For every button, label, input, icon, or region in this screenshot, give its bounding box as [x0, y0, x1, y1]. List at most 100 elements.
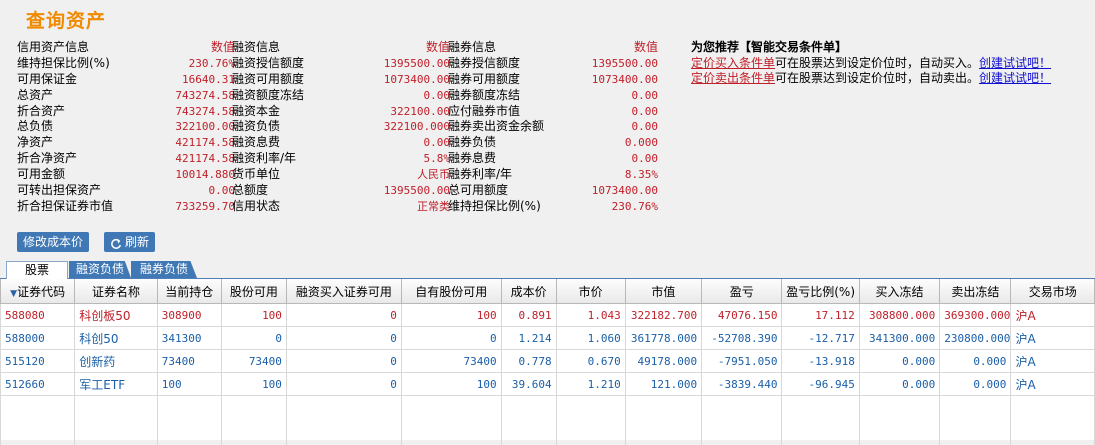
table-cell: 沪A — [1011, 304, 1095, 327]
tab-short-debt[interactable]: 融券负债 — [131, 261, 197, 278]
table-cell: 47076.150 — [702, 304, 782, 327]
page-title: 查询资产 — [26, 6, 106, 33]
info-label: 融资授信额度 — [232, 56, 304, 72]
table-cell: 49178.000 — [625, 350, 701, 373]
info-row: 净资产421174.58 — [17, 135, 235, 151]
table-cell: 0.000 — [859, 373, 939, 396]
info-value: 1073400.00 — [384, 72, 450, 88]
info-value: 8.35% — [625, 167, 658, 183]
column-header-label: 自有股份可用 — [415, 285, 487, 299]
info-value: 230.76% — [612, 199, 658, 215]
column-header-label: 成本价 — [511, 285, 547, 299]
table-cell: 39.604 — [501, 373, 556, 396]
empty-cell — [1, 396, 75, 445]
column-header[interactable]: 盈亏 — [702, 279, 782, 304]
table-cell: 沪A — [1011, 350, 1095, 373]
info-value: 5.8% — [424, 151, 451, 167]
table-row[interactable]: 588000科创503413000001.2141.060361778.000-… — [1, 327, 1095, 350]
info-row: 应付融券市值0.00 — [448, 104, 658, 120]
info-row: 信用状态正常类 — [232, 199, 450, 215]
buy-condition-link[interactable]: 定价买入条件单 — [691, 56, 775, 70]
info-value: 0.00 — [424, 135, 451, 151]
column-header[interactable]: 盈亏比例(%) — [782, 279, 859, 304]
refresh-icon — [110, 236, 122, 248]
table-cell: 0.000 — [940, 350, 1011, 373]
column-header[interactable]: 自有股份可用 — [401, 279, 501, 304]
table-cell: 341300 — [157, 327, 221, 350]
table-cell: 军工ETF — [75, 373, 157, 396]
table-cell: 0.670 — [556, 350, 625, 373]
tab-stocks[interactable]: 股票 — [6, 261, 68, 279]
financing-info-panel: 融资信息数值融资授信额度1395500.00融资可用额度1073400.00融资… — [232, 40, 450, 215]
table-cell: -13.918 — [782, 350, 859, 373]
column-header[interactable]: 成本价 — [501, 279, 556, 304]
refresh-button[interactable]: 刷新 — [104, 232, 155, 252]
empty-cell — [782, 396, 859, 445]
info-value: 1073400.00 — [592, 183, 658, 199]
info-value: 0.00 — [632, 119, 659, 135]
column-header[interactable]: 交易市场 — [1011, 279, 1095, 304]
info-value: 0.00 — [632, 151, 659, 167]
table-cell: 0 — [286, 304, 401, 327]
table-cell: 0.778 — [501, 350, 556, 373]
empty-cell — [157, 396, 221, 445]
info-value: 733259.70 — [175, 199, 235, 215]
info-label: 融券额度冻结 — [448, 88, 520, 104]
info-value: 10014.880 — [175, 167, 235, 183]
create-sell-link[interactable]: 创建试试吧！ — [979, 71, 1051, 85]
info-row: 维持担保比例(%)230.76% — [17, 56, 235, 72]
empty-cell — [859, 396, 939, 445]
table-cell: 73400 — [401, 350, 501, 373]
table-cell: 0 — [401, 327, 501, 350]
recommend-panel: 为您推荐【智能交易条件单】 定价买入条件单可在股票达到设定价位时，自动买入。创建… — [691, 40, 1051, 87]
column-header[interactable]: 股份可用 — [221, 279, 286, 304]
short-info-panel: 融券信息数值融券授信额度1395500.00融券可用额度1073400.00融券… — [448, 40, 658, 215]
column-header[interactable]: 证券名称 — [75, 279, 157, 304]
info-label: 净资产 — [17, 135, 53, 151]
info-label: 折合净资产 — [17, 151, 77, 167]
table-cell: 0 — [221, 327, 286, 350]
info-label: 融资可用额度 — [232, 72, 304, 88]
info-label: 货币单位 — [232, 167, 280, 183]
info-value: 0.00 — [632, 88, 659, 104]
column-header[interactable]: 当前持仓 — [157, 279, 221, 304]
column-header[interactable]: 融资买入证券可用 — [286, 279, 401, 304]
info-label: 信用状态 — [232, 199, 280, 215]
recommend-line-buy: 定价买入条件单可在股票达到设定价位时，自动买入。创建试试吧！ — [691, 56, 1051, 72]
table-cell: -52708.390 — [702, 327, 782, 350]
info-label: 融券息费 — [448, 151, 496, 167]
info-value: 人民币 — [417, 167, 450, 183]
empty-cell — [940, 396, 1011, 445]
info-value: 322100.000 — [384, 119, 450, 135]
table-cell: 科创板50 — [75, 304, 157, 327]
info-label: 融券信息 — [448, 40, 496, 56]
info-value: 16640.31 — [182, 72, 235, 88]
info-value: 230.76% — [189, 56, 235, 72]
edit-cost-button[interactable]: 修改成本价 — [17, 232, 89, 252]
column-header[interactable]: 市价 — [556, 279, 625, 304]
info-label: 融资信息 — [232, 40, 280, 56]
positions-table: ▼证券代码证券名称当前持仓股份可用融资买入证券可用自有股份可用成本价市价市值盈亏… — [0, 279, 1095, 445]
sell-condition-link[interactable]: 定价卖出条件单 — [691, 71, 775, 85]
table-cell: -7951.050 — [702, 350, 782, 373]
column-header[interactable]: 卖出冻结 — [940, 279, 1011, 304]
column-header[interactable]: 市值 — [625, 279, 701, 304]
table-row[interactable]: 588080科创板5030890010001000.8911.043322182… — [1, 304, 1095, 327]
info-label: 折合资产 — [17, 104, 65, 120]
info-row: 总可用额度1073400.00 — [448, 183, 658, 199]
info-value: 421174.58 — [175, 151, 235, 167]
table-cell: 100 — [401, 304, 501, 327]
info-value: 0.000 — [625, 135, 658, 151]
create-buy-link[interactable]: 创建试试吧！ — [979, 56, 1051, 70]
column-header[interactable]: ▼证券代码 — [1, 279, 75, 304]
table-cell: 121.000 — [625, 373, 701, 396]
table-cell: 1.043 — [556, 304, 625, 327]
table-cell: 588080 — [1, 304, 75, 327]
table-row[interactable]: 512660军工ETF100100010039.6041.210121.000-… — [1, 373, 1095, 396]
table-cell: 100 — [401, 373, 501, 396]
empty-cell — [501, 396, 556, 445]
table-row[interactable]: 515120创新药73400734000734000.7780.67049178… — [1, 350, 1095, 373]
tab-financing-debt[interactable]: 融资负债 — [69, 261, 131, 278]
column-header[interactable]: 买入冻结 — [859, 279, 939, 304]
info-row: 折合资产743274.58 — [17, 104, 235, 120]
